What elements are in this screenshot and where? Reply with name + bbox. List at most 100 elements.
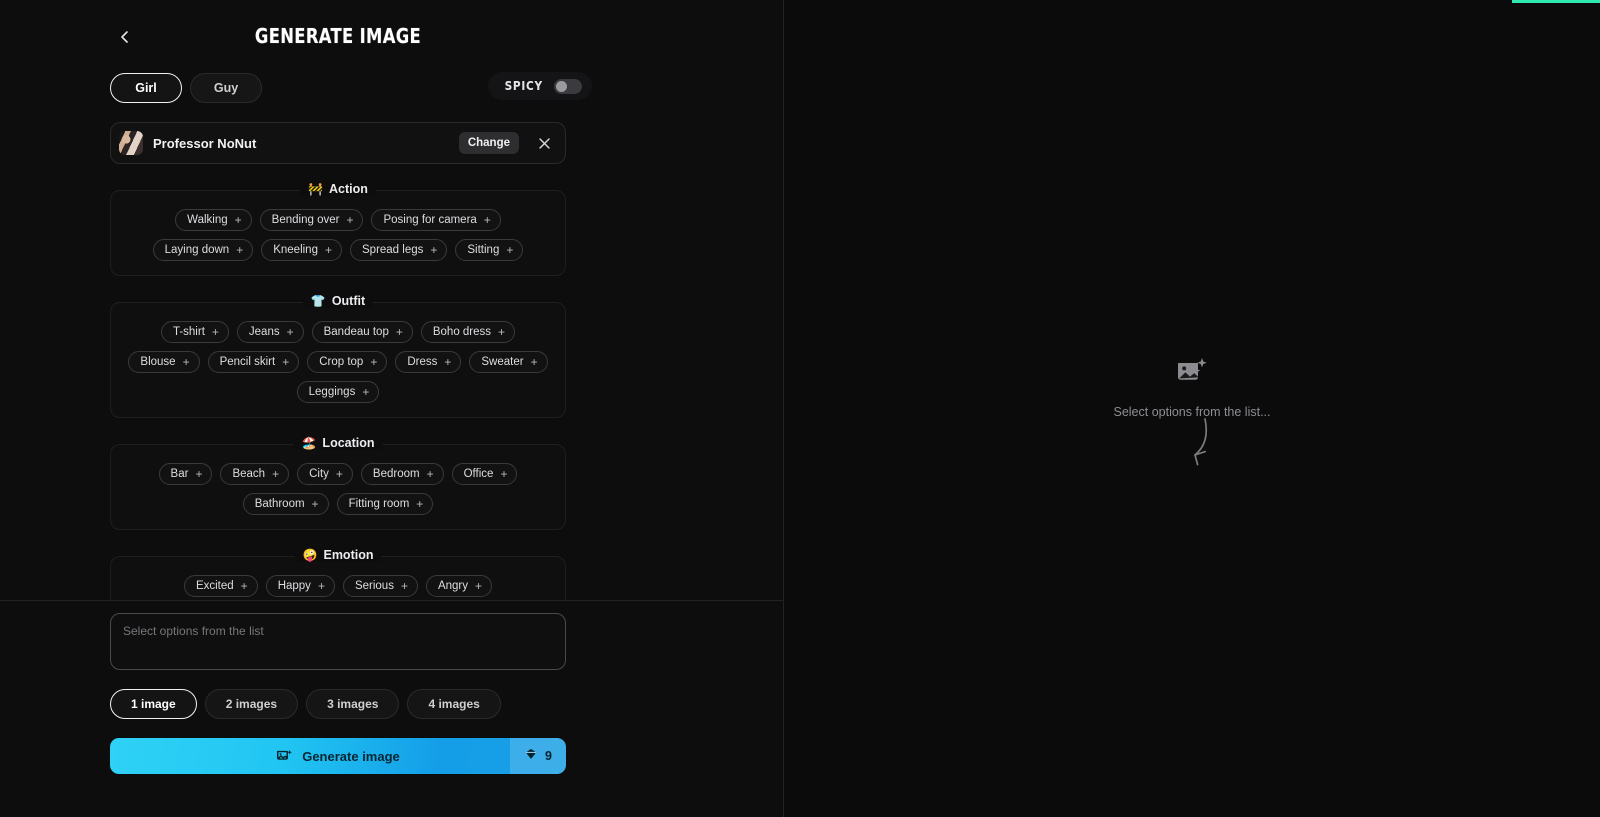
image-count-option-3[interactable]: 3 images	[306, 689, 400, 719]
gender-option-guy[interactable]: Guy	[190, 73, 262, 103]
chip-label: Sitting	[467, 244, 500, 256]
chip-action-1[interactable]: Bending over +	[259, 209, 364, 231]
plus-icon: +	[240, 579, 248, 593]
chip-action-5[interactable]: Spread legs +	[350, 239, 448, 261]
chip-label: T-shirt	[172, 326, 205, 338]
change-character-button[interactable]: Change	[458, 132, 519, 154]
option-group-legend-emotion: 🤪 Emotion	[294, 548, 382, 562]
chip-action-3[interactable]: Laying down +	[152, 239, 254, 261]
emotion-emoji-icon: 🤪	[302, 548, 318, 562]
chip-label: Serious	[354, 580, 394, 592]
plus-icon: +	[400, 579, 408, 593]
chip-action-2[interactable]: Posing for camera +	[371, 209, 501, 231]
chevron-left-icon	[118, 30, 132, 44]
chip-outfit-7[interactable]: Dress +	[395, 351, 462, 373]
chip-action-4[interactable]: Kneeling +	[261, 239, 342, 261]
chip-location-5[interactable]: Bathroom +	[242, 493, 329, 515]
plus-icon: +	[272, 467, 280, 481]
options-scroll-area[interactable]: GENERATE IMAGE Girl Guy SPICY Professor …	[0, 0, 783, 601]
chip-label: Sweater	[481, 356, 524, 368]
prompt-input[interactable]: Select options from the list	[110, 613, 566, 670]
image-count-label: 1 image	[131, 697, 176, 711]
chip-location-3[interactable]: Bedroom +	[360, 463, 444, 485]
chip-location-1[interactable]: Beach +	[220, 463, 290, 485]
plus-icon: +	[498, 325, 506, 339]
chip-outfit-4[interactable]: Blouse +	[128, 351, 200, 373]
generate-image-label: Generate image	[302, 748, 400, 764]
action-emoji-icon: 🚧	[308, 182, 324, 196]
prompt-placeholder: Select options from the list	[123, 624, 264, 638]
character-card[interactable]: Professor NoNut Change	[110, 122, 566, 164]
spicy-switch[interactable]	[554, 78, 583, 94]
image-count-option-2[interactable]: 2 images	[204, 689, 299, 719]
chip-location-6[interactable]: Fitting room +	[336, 493, 434, 515]
option-group-title-action: Action	[329, 182, 368, 196]
chip-emotion-0[interactable]: Excited +	[183, 575, 258, 597]
plus-icon: +	[182, 355, 190, 369]
option-group-action: 🚧 Action Walking + Bending over + Posing for c…	[110, 182, 566, 276]
chip-action-6[interactable]: Sitting +	[455, 239, 524, 261]
chip-label: Bending over	[271, 214, 340, 226]
image-count-option-1[interactable]: 1 image	[110, 689, 197, 719]
option-group-outfit: 👕 Outfit T-shirt + Jeans + Bandeau top + Boho dr…	[110, 294, 566, 418]
chip-outfit-9[interactable]: Leggings +	[296, 381, 380, 403]
plus-icon: +	[286, 325, 294, 339]
chip-label: Bar	[170, 468, 189, 480]
chip-label: Angry	[437, 580, 469, 592]
plus-icon: +	[317, 579, 325, 593]
chip-emotion-2[interactable]: Serious +	[342, 575, 418, 597]
preview-empty-state: Select options from the list...	[784, 355, 1600, 419]
chip-outfit-1[interactable]: Jeans +	[236, 321, 304, 343]
chip-emotion-3[interactable]: Angry +	[425, 575, 493, 597]
chip-outfit-6[interactable]: Crop top +	[307, 351, 388, 373]
plus-icon: +	[282, 355, 290, 369]
change-character-label: Change	[467, 137, 510, 149]
chip-outfit-5[interactable]: Pencil skirt +	[207, 351, 300, 373]
image-count-label: 3 images	[327, 697, 379, 711]
plus-icon: +	[430, 243, 438, 257]
chip-list-outfit: T-shirt + Jeans + Bandeau top + Boho dress + Blo…	[125, 321, 551, 403]
plus-icon: +	[335, 467, 343, 481]
plus-icon: +	[211, 325, 219, 339]
image-count-option-4[interactable]: 4 images	[407, 689, 501, 719]
screen-header: GENERATE IMAGE	[0, 0, 783, 62]
chip-list-action: Walking + Bending over + Posing for camera + L…	[125, 209, 551, 261]
chip-outfit-0[interactable]: T-shirt +	[160, 321, 229, 343]
plus-icon: +	[530, 355, 538, 369]
option-group-location: 🏖️ Location Bar + Beach + City + Bedroom + Office +…	[110, 436, 566, 530]
chip-location-4[interactable]: Office +	[451, 463, 518, 485]
gem-icon	[524, 747, 538, 766]
spicy-switch-knob	[556, 80, 568, 92]
chip-label: Boho dress	[432, 326, 492, 338]
gender-option-girl[interactable]: Girl	[110, 73, 182, 103]
generate-button-content: Generate image	[276, 748, 400, 765]
spicy-toggle[interactable]: SPICY	[488, 72, 593, 100]
chip-action-0[interactable]: Walking +	[175, 209, 252, 231]
option-group-title-emotion: Emotion	[323, 548, 374, 562]
chip-outfit-2[interactable]: Bandeau top +	[311, 321, 413, 343]
chip-outfit-8[interactable]: Sweater +	[469, 351, 548, 373]
preview-panel: Select options from the list...	[784, 0, 1600, 817]
plus-icon: +	[500, 467, 508, 481]
plus-icon: +	[444, 355, 452, 369]
image-sparkle-icon	[1175, 355, 1209, 389]
chip-label: Dress	[407, 356, 438, 368]
option-group-emotion: 🤪 Emotion Excited + Happy + Serious + Angry +	[110, 548, 566, 600]
chip-location-0[interactable]: Bar +	[158, 463, 213, 485]
generate-image-button[interactable]: Generate image 9	[110, 738, 566, 774]
plus-icon: +	[483, 213, 491, 227]
back-button[interactable]	[110, 22, 140, 52]
plus-icon: +	[346, 213, 354, 227]
chip-emotion-1[interactable]: Happy +	[265, 575, 335, 597]
chip-label: Jeans	[248, 326, 280, 338]
close-icon[interactable]	[533, 132, 555, 154]
plus-icon: +	[234, 213, 242, 227]
option-group-legend-location: 🏖️ Location	[293, 436, 383, 450]
gender-selector: Girl Guy SPICY	[110, 68, 593, 108]
gender-option-guy-label: Guy	[213, 81, 239, 95]
chip-label: City	[309, 468, 329, 480]
chip-outfit-3[interactable]: Boho dress +	[420, 321, 516, 343]
chip-label: Blouse	[140, 356, 176, 368]
chip-label: Bedroom	[372, 468, 420, 480]
chip-location-2[interactable]: City +	[297, 463, 353, 485]
